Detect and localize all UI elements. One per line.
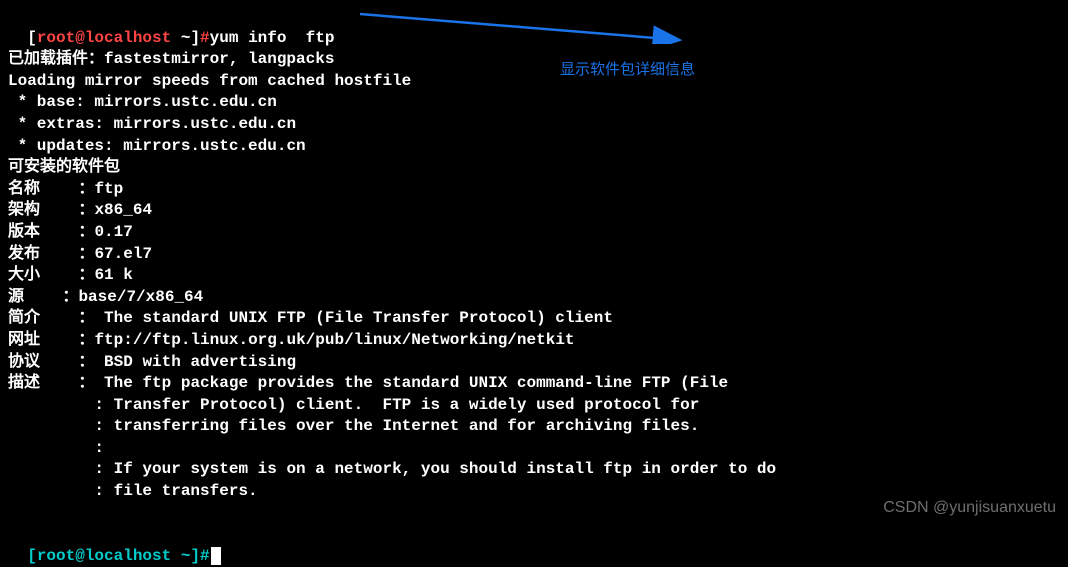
- tilde: ~: [171, 29, 190, 47]
- output-loading: Loading mirror speeds from cached hostfi…: [8, 71, 1060, 93]
- output-plugins: 已加载插件：fastestmirror, langpacks: [8, 49, 1060, 71]
- command-text: yum info ftp: [210, 29, 335, 47]
- user-host: root@localhost: [37, 29, 171, 47]
- info-url: 网址 ：ftp://ftp.linux.org.uk/pub/linux/Net…: [8, 330, 1060, 352]
- info-version: 版本 ：0.17: [8, 222, 1060, 244]
- hash: #: [200, 547, 210, 565]
- hash: #: [200, 29, 210, 47]
- watermark-text: CSDN @yunjisuanxuetu: [883, 497, 1056, 519]
- info-arch: 架构 ：x86_64: [8, 200, 1060, 222]
- info-description-line-2: : Transfer Protocol) client. FTP is a wi…: [8, 395, 1060, 417]
- info-summary: 简介 ： The standard UNIX FTP (File Transfe…: [8, 308, 1060, 330]
- info-repo: 源 ：base/7/x86_64: [8, 287, 1060, 309]
- bracket-open: [: [27, 547, 37, 565]
- cursor-icon: [211, 547, 221, 565]
- info-description-line-3: : transferring files over the Internet a…: [8, 416, 1060, 438]
- bracket-close: ]: [190, 29, 200, 47]
- annotation-text: 显示软件包详细信息: [560, 60, 695, 80]
- info-license: 协议 ： BSD with advertising: [8, 352, 1060, 374]
- user-host: root@localhost: [37, 547, 171, 565]
- tilde: ~: [171, 547, 190, 565]
- bracket-close: ]: [190, 547, 200, 565]
- output-available-header: 可安装的软件包: [8, 157, 1060, 179]
- info-name: 名称 ：ftp: [8, 179, 1060, 201]
- output-mirror-extras: * extras: mirrors.ustc.edu.cn: [8, 114, 1060, 136]
- info-release: 发布 ：67.el7: [8, 244, 1060, 266]
- output-mirror-updates: * updates: mirrors.ustc.edu.cn: [8, 136, 1060, 158]
- info-size: 大小 ：61 k: [8, 265, 1060, 287]
- info-description-line-5: : If your system is on a network, you sh…: [8, 459, 1060, 481]
- bracket-open: [: [27, 29, 37, 47]
- output-mirror-base: * base: mirrors.ustc.edu.cn: [8, 92, 1060, 114]
- info-description-line-4: :: [8, 438, 1060, 460]
- prompt-line-1[interactable]: [root@localhost ~]#yum info ftp: [8, 6, 1060, 49]
- info-description-line-1: 描述 ： The ftp package provides the standa…: [8, 373, 1060, 395]
- prompt-line-2[interactable]: [root@localhost ~]#: [8, 524, 1060, 567]
